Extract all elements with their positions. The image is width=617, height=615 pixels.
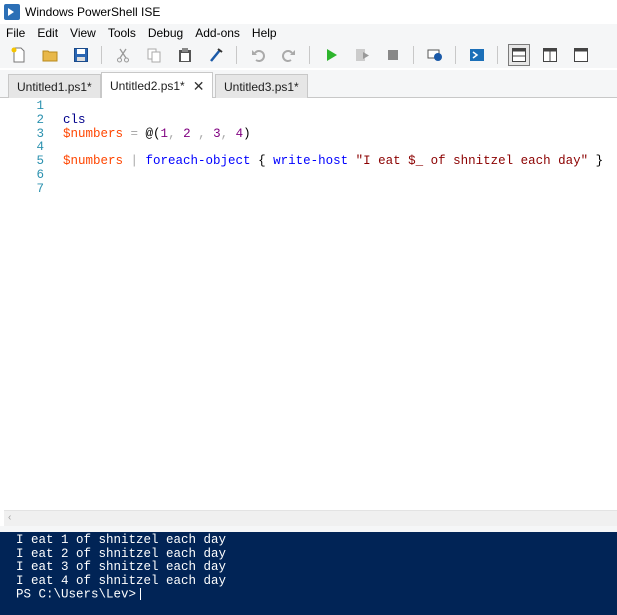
- toolbar-separator: [236, 46, 237, 64]
- layout-right-icon[interactable]: [539, 44, 561, 66]
- code-area[interactable]: cls $numbers = @(1, 2 , 3, 4) $numbers | f…: [63, 100, 603, 197]
- cut-icon[interactable]: [112, 44, 134, 66]
- code-token: 3: [213, 126, 221, 141]
- line-number-gutter: 1234567: [4, 99, 44, 197]
- run-icon[interactable]: [320, 44, 342, 66]
- tab-untitled2[interactable]: Untitled2.ps1* ✕: [101, 72, 214, 99]
- scroll-left-icon[interactable]: ‹: [8, 512, 11, 523]
- code-line[interactable]: [63, 183, 603, 197]
- code-token: foreach-object: [145, 154, 251, 169]
- close-icon[interactable]: ✕: [193, 78, 205, 95]
- code-line[interactable]: $numbers = @(1, 2 , 3, 4): [63, 126, 603, 142]
- line-number: 5: [36, 154, 44, 169]
- code-token: =: [123, 126, 146, 141]
- menu-debug[interactable]: Debug: [142, 26, 189, 40]
- console-prompt-line[interactable]: PS C:\Users\Lev>: [16, 588, 617, 602]
- menu-view[interactable]: View: [64, 26, 102, 40]
- paste-icon[interactable]: [174, 44, 196, 66]
- layout-top-icon[interactable]: [508, 44, 530, 66]
- console-output-line: I eat 2 of shnitzel each day: [16, 546, 227, 561]
- console-output-line: I eat 3 of shnitzel each day: [16, 560, 227, 574]
- line-number: 3: [36, 126, 44, 141]
- code-token: $numbers: [63, 126, 124, 141]
- code-line[interactable]: $numbers | foreach-object { write-host "…: [63, 154, 604, 169]
- code-token: $numbers: [63, 154, 124, 169]
- powershell-ise-icon: [4, 4, 20, 20]
- copy-icon[interactable]: [143, 44, 165, 66]
- powershell-console-icon[interactable]: [466, 44, 488, 66]
- run-selection-icon[interactable]: [351, 44, 373, 66]
- code-token: @(: [145, 126, 161, 141]
- line-number: 7: [36, 181, 44, 196]
- script-editor[interactable]: 1234567 cls $numbers = @(1, 2 , 3, 4) $num…: [4, 98, 617, 510]
- remote-tab-icon[interactable]: [424, 44, 446, 66]
- code-token: 2: [183, 126, 191, 141]
- code-line[interactable]: [63, 169, 603, 183]
- menu-tools[interactable]: Tools: [102, 26, 142, 40]
- code-token: |: [123, 154, 146, 169]
- line-number: 6: [36, 167, 44, 182]
- redo-icon[interactable]: [278, 44, 300, 66]
- code-token: ): [243, 126, 251, 141]
- code-token: write-host: [273, 154, 349, 169]
- clear-console-icon[interactable]: [205, 44, 227, 66]
- menu-addons[interactable]: Add-ons: [189, 26, 246, 40]
- toolbar-separator: [497, 46, 498, 64]
- toolbar-separator: [309, 46, 310, 64]
- save-icon[interactable]: [70, 44, 92, 66]
- console-prompt: PS C:\Users\Lev>: [16, 587, 137, 602]
- console-output: I eat 1 of shnitzel each day I eat 2 of s…: [16, 533, 617, 588]
- tab-label: Untitled2.ps1*: [110, 79, 185, 93]
- tab-label: Untitled3.ps1*: [224, 79, 299, 94]
- code-token: "I eat $_ of shnitzel each day": [355, 154, 589, 169]
- toolbar-separator: [413, 46, 414, 64]
- code-token: cls: [63, 112, 86, 127]
- tab-label: Untitled1.ps1*: [17, 79, 92, 94]
- window-title: Windows PowerShell ISE: [25, 5, 161, 19]
- line-number: 1: [36, 99, 44, 113]
- menu-file[interactable]: File: [0, 26, 31, 40]
- toolbar-separator: [455, 46, 456, 64]
- code-token: }: [588, 154, 604, 169]
- code-token: ,: [220, 126, 236, 141]
- code-token: ,: [168, 126, 184, 141]
- stop-icon[interactable]: [382, 44, 404, 66]
- tab-untitled1[interactable]: Untitled1.ps1*: [8, 74, 101, 98]
- script-tabs: Untitled1.ps1* Untitled2.ps1* ✕ Untitled…: [0, 70, 617, 99]
- menu-edit[interactable]: Edit: [31, 26, 64, 40]
- code-token: ,: [190, 126, 214, 141]
- undo-icon[interactable]: [247, 44, 269, 66]
- menu-bar: File Edit View Tools Debug Add-ons Help: [0, 24, 617, 42]
- code-line[interactable]: [63, 100, 603, 114]
- new-file-icon[interactable]: [8, 44, 30, 66]
- toolbar: [0, 42, 617, 68]
- code-line[interactable]: [63, 141, 603, 155]
- code-token: {: [250, 154, 274, 169]
- console-pane[interactable]: I eat 1 of shnitzel each day I eat 2 of s…: [0, 532, 617, 615]
- open-folder-icon[interactable]: [39, 44, 61, 66]
- layout-max-icon[interactable]: [570, 44, 592, 66]
- code-line[interactable]: cls: [63, 112, 603, 128]
- code-token: 1: [160, 126, 169, 141]
- menu-help[interactable]: Help: [246, 26, 283, 40]
- toolbar-separator: [101, 46, 102, 64]
- console-output-line: I eat 1 of shnitzel each day: [16, 533, 227, 547]
- horizontal-scrollbar[interactable]: ‹: [4, 510, 617, 526]
- tab-untitled3[interactable]: Untitled3.ps1*: [215, 74, 308, 98]
- text-cursor: [140, 588, 142, 600]
- console-output-line: I eat 4 of shnitzel each day: [16, 573, 227, 588]
- line-number: 2: [36, 112, 44, 127]
- line-number: 4: [36, 140, 44, 155]
- title-bar: Windows PowerShell ISE: [0, 0, 617, 24]
